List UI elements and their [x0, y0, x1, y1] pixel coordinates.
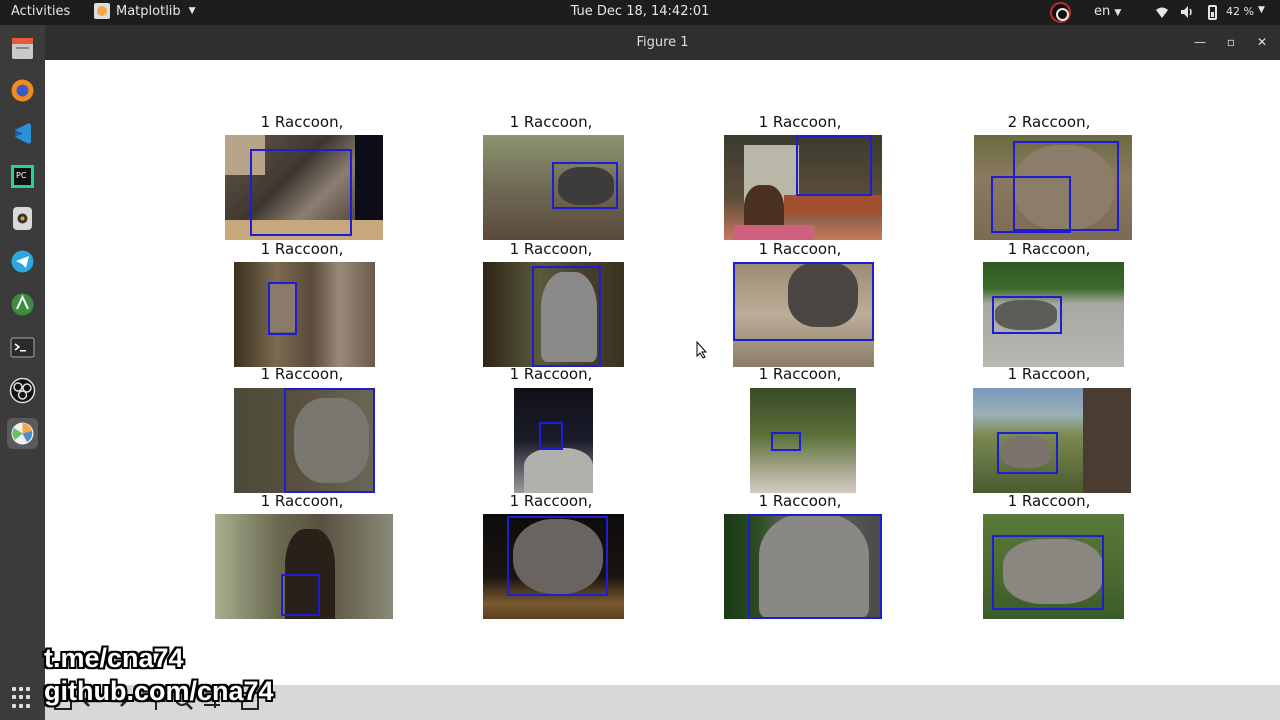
raccoon-image	[514, 388, 593, 493]
raccoon-image	[974, 135, 1132, 240]
detection-box	[733, 262, 874, 341]
raccoon-image	[973, 388, 1131, 493]
detection-box	[268, 282, 297, 335]
maximize-icon[interactable]: ▫	[1222, 33, 1240, 51]
detection-box	[539, 422, 563, 450]
figure-canvas[interactable]: 1 Raccoon, 1 Raccoon, 1 Raccoon, 2 Racco…	[45, 60, 1280, 685]
disk-icon[interactable]	[7, 203, 38, 234]
subplot-title: 1 Raccoon,	[260, 365, 344, 383]
battery-icon[interactable]	[1208, 5, 1217, 20]
raccoon-image	[983, 514, 1124, 619]
subplot-title: 1 Raccoon,	[758, 365, 842, 383]
window-title: Figure 1	[636, 35, 689, 50]
raccoon-image	[733, 262, 874, 367]
subplot-title: 1 Raccoon,	[758, 240, 842, 258]
detection-box	[997, 432, 1058, 474]
figure-window: Figure 1 — ▫ ✕ 1 Raccoon, 1 Raccoon, 1 R…	[45, 25, 1280, 720]
raccoon-image	[724, 135, 882, 240]
detection-box	[250, 149, 352, 236]
chevron-down-icon[interactable]: ▼	[1258, 5, 1265, 15]
subplot-title: 1 Raccoon,	[758, 492, 842, 510]
raccoon-image	[750, 388, 856, 493]
matplotlib-icon[interactable]	[7, 418, 38, 449]
raccoon-image	[483, 262, 624, 367]
detection-box	[771, 432, 801, 451]
telegram-icon[interactable]	[7, 246, 38, 277]
subplot-title: 1 Raccoon,	[260, 492, 344, 510]
detection-box	[281, 574, 320, 616]
subplot-title: 1 Raccoon,	[1007, 365, 1091, 383]
detection-box	[992, 535, 1104, 610]
svg-text:PC: PC	[16, 171, 27, 180]
dock: PC	[0, 25, 45, 720]
detection-box	[532, 266, 601, 367]
watermark-telegram: t.me/cna74	[44, 643, 184, 673]
subplot-title: 1 Raccoon,	[509, 365, 593, 383]
detection-box	[507, 516, 608, 596]
firefox-icon[interactable]	[7, 75, 38, 106]
show-apps-icon[interactable]	[12, 687, 34, 709]
subplot-title: 1 Raccoon,	[758, 113, 842, 131]
detection-box	[992, 296, 1062, 334]
detection-box	[796, 135, 872, 196]
subplot-title: 1 Raccoon,	[509, 113, 593, 131]
obs-icon[interactable]	[7, 375, 38, 406]
subplot-title: 1 Raccoon,	[1007, 240, 1091, 258]
language-label: en	[1094, 4, 1111, 19]
detection-box	[284, 388, 375, 493]
chevron-down-icon: ▼	[1114, 8, 1122, 18]
minimize-icon[interactable]: —	[1191, 33, 1209, 51]
raccoon-image	[483, 135, 624, 240]
subplot-title: 1 Raccoon,	[1007, 492, 1091, 510]
mouse-cursor-icon	[696, 341, 708, 359]
subplot-title: 1 Raccoon,	[509, 240, 593, 258]
window-titlebar[interactable]: Figure 1 — ▫ ✕	[45, 25, 1280, 60]
raccoon-image	[215, 514, 393, 619]
battery-percentage: 42 %	[1226, 5, 1254, 18]
obs-tray-icon[interactable]	[1050, 2, 1071, 23]
subplot-title: 1 Raccoon,	[260, 240, 344, 258]
watermark-github: github.com/cna74	[44, 676, 274, 706]
wifi-icon[interactable]	[1155, 5, 1169, 19]
close-icon[interactable]: ✕	[1253, 33, 1271, 51]
files-icon[interactable]	[7, 33, 38, 64]
android-studio-icon[interactable]	[7, 289, 38, 320]
raccoon-image	[234, 388, 375, 493]
top-bar: Activities Matplotlib ▼ Tue Dec 18, 14:4…	[0, 0, 1280, 25]
raccoon-image	[225, 135, 383, 240]
volume-icon[interactable]	[1180, 5, 1194, 19]
vscode-icon[interactable]	[7, 118, 38, 149]
detection-box	[552, 162, 618, 209]
raccoon-image	[983, 262, 1124, 367]
raccoon-image	[234, 262, 375, 367]
detection-box	[748, 514, 882, 619]
language-indicator[interactable]: en ▼	[1094, 4, 1121, 19]
raccoon-image	[724, 514, 882, 619]
pycharm-icon[interactable]: PC	[7, 161, 38, 192]
raccoon-image	[483, 514, 624, 619]
detection-box	[991, 176, 1071, 233]
subplot-title: 1 Raccoon,	[260, 113, 344, 131]
subplot-title: 1 Raccoon,	[509, 492, 593, 510]
clock[interactable]: Tue Dec 18, 14:42:01	[0, 4, 1280, 19]
subplot-title: 2 Raccoon,	[1007, 113, 1091, 131]
terminal-icon[interactable]	[7, 332, 38, 363]
